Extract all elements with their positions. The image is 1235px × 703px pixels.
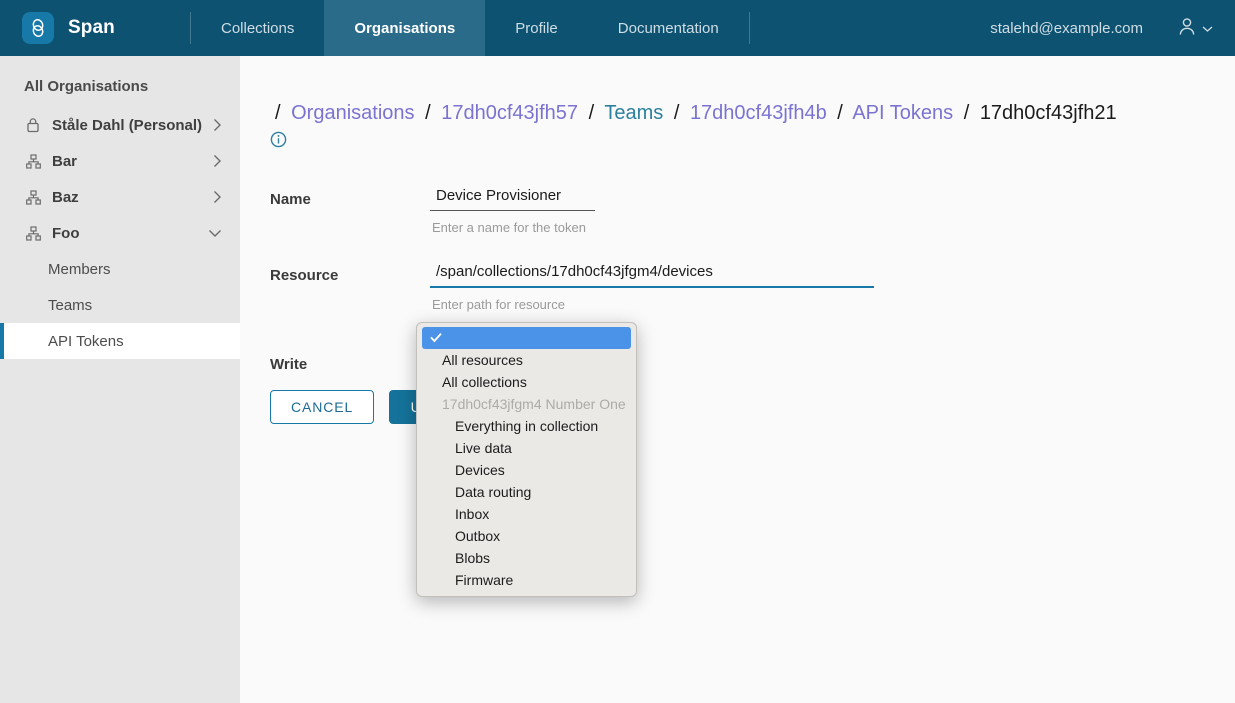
resource-field-col: Enter path for resource (430, 259, 1205, 312)
name-help-text: Enter a name for the token (432, 220, 586, 235)
token-form: Name Enter a name for the token Resource… (240, 153, 1235, 424)
brand-name: Span (68, 17, 115, 38)
chevron-down-icon (1202, 20, 1213, 37)
dropdown-group-header-collection: 17dh0cf43jfgm4 Number One (442, 396, 626, 412)
cancel-button[interactable]: CANCEL (270, 390, 375, 424)
sidebar-item-foo[interactable]: Foo (0, 215, 240, 251)
breadcrumb-team-id[interactable]: 17dh0cf43jfh4b (690, 102, 827, 124)
nav-link-collections[interactable]: Collections (191, 0, 324, 56)
dropdown-option-blobs[interactable]: Blobs (417, 547, 636, 569)
resource-dropdown-menu: All resources All collections 17dh0cf43j… (416, 322, 637, 597)
span-logo-link-icon (22, 12, 54, 44)
nav-user-area: stalehd@example.com (990, 0, 1235, 56)
top-navbar: Span Collections Organisations Profile D… (0, 0, 1235, 56)
sidebar-title: All Organisations (24, 78, 149, 95)
form-row-name: Name Enter a name for the token (270, 183, 1205, 235)
breadcrumb-separator: / (425, 102, 431, 124)
avatar-menu[interactable] (1177, 16, 1213, 41)
chevron-right-icon (213, 118, 222, 132)
name-label: Name (270, 191, 311, 208)
breadcrumb-separator: / (588, 102, 595, 124)
dropdown-option-outbox[interactable]: Outbox (417, 525, 636, 547)
breadcrumb-separator: / (837, 102, 843, 124)
user-avatar-icon (1177, 16, 1197, 41)
breadcrumb-current-token: 17dh0cf43jfh21 (979, 102, 1117, 124)
info-icon-row (240, 129, 1235, 153)
org-hierarchy-icon (24, 189, 42, 205)
main-content: / Organisations / 17dh0cf43jfh57 / Teams… (240, 56, 1235, 703)
user-email[interactable]: stalehd@example.com (990, 20, 1143, 37)
sidebar-item-personal[interactable]: Ståle Dahl (Personal) (0, 107, 240, 143)
dropdown-option-firmware[interactable]: Firmware (417, 569, 636, 591)
dropdown-option-inbox[interactable]: Inbox (417, 503, 636, 525)
lock-icon (24, 117, 42, 133)
chevron-right-icon (213, 190, 222, 204)
form-row-resource: Resource Enter path for resource (270, 259, 1205, 312)
nav-link-organisations[interactable]: Organisations (324, 0, 486, 56)
form-row-write: Write (270, 348, 1205, 373)
sidebar-item-baz[interactable]: Baz (0, 179, 240, 215)
resource-help-text: Enter path for resource (432, 297, 565, 312)
brand[interactable]: Span (0, 0, 190, 56)
sidebar-item-bar[interactable]: Bar (0, 143, 240, 179)
org-hierarchy-icon (24, 225, 42, 241)
sidebar-item-api-tokens[interactable]: API Tokens (0, 323, 240, 359)
sidebar-item-label: Baz (52, 188, 79, 206)
name-field-col: Enter a name for the token (430, 183, 1205, 235)
breadcrumb: / Organisations / 17dh0cf43jfh57 / Teams… (240, 56, 1200, 129)
sidebar-item-label: Bar (52, 152, 78, 170)
checkmark-icon (430, 331, 442, 346)
sidebar-item-members[interactable]: Members (0, 251, 240, 287)
breadcrumb-separator: / (963, 102, 970, 124)
sidebar-item-label: Foo (52, 224, 80, 242)
org-hierarchy-icon (24, 153, 42, 169)
dropdown-option-live-data[interactable]: Live data (417, 437, 636, 459)
dropdown-option-selected-blank[interactable] (422, 327, 631, 349)
dropdown-option-everything-in-collection[interactable]: Everything in collection (417, 415, 636, 437)
breadcrumb-teams[interactable]: Teams (604, 102, 663, 124)
resource-input[interactable] (430, 259, 874, 288)
breadcrumb-api-tokens[interactable]: API Tokens (852, 102, 953, 124)
resource-label: Resource (270, 267, 339, 284)
breadcrumb-org-id[interactable]: 17dh0cf43jfh57 (441, 102, 578, 124)
chevron-right-icon (213, 154, 222, 168)
dropdown-option-devices[interactable]: Devices (417, 459, 636, 481)
sidebar-item-teams[interactable]: Teams (0, 287, 240, 323)
breadcrumb-organisations[interactable]: Organisations (291, 102, 414, 124)
breadcrumb-separator: / (275, 102, 281, 124)
nav-links: Collections Organisations Profile Docume… (191, 0, 749, 56)
form-actions: CANCEL UPDATE (270, 390, 1205, 424)
sidebar-item-label: Ståle Dahl (Personal) (52, 116, 203, 134)
dropdown-option-all-resources[interactable]: All resources (417, 349, 636, 371)
sidebar: All Organisations Ståle Dahl (Personal) … (0, 56, 240, 703)
nav-link-profile[interactable]: Profile (485, 0, 588, 56)
chevron-down-icon (208, 229, 222, 238)
dropdown-option-data-routing[interactable]: Data routing (417, 481, 636, 503)
name-input[interactable] (430, 183, 595, 211)
nav-link-documentation[interactable]: Documentation (588, 0, 749, 56)
breadcrumb-separator: / (673, 102, 680, 124)
write-label: Write (270, 356, 308, 373)
dropdown-option-all-collections[interactable]: All collections (417, 371, 636, 393)
info-circle-icon[interactable] (270, 131, 287, 152)
